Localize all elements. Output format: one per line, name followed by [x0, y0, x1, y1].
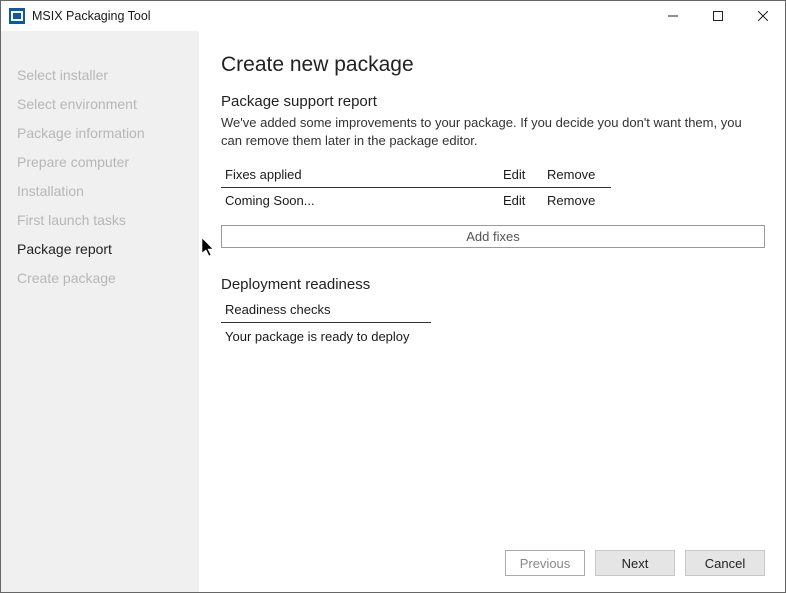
deployment-readiness-title: Deployment readiness — [221, 276, 765, 293]
add-fixes-button[interactable]: Add fixes — [221, 225, 765, 248]
sidebar-step-select-installer[interactable]: Select installer — [1, 61, 199, 90]
sidebar-step-first-launch-tasks[interactable]: First launch tasks — [1, 206, 199, 235]
readiness-status: Your package is ready to deploy — [221, 323, 431, 349]
support-report-title: Package support report — [221, 93, 765, 110]
app-icon — [9, 8, 25, 24]
wizard-footer: Previous Next Cancel — [505, 550, 765, 576]
previous-button[interactable]: Previous — [505, 550, 585, 576]
fixes-table-header: Fixes applied Edit Remove — [221, 162, 611, 188]
fixes-header-remove: Remove — [547, 167, 607, 182]
sidebar-step-create-package[interactable]: Create package — [1, 264, 199, 293]
fixes-row-name: Coming Soon... — [225, 193, 503, 208]
readiness-header: Readiness checks — [221, 297, 431, 323]
support-report-description: We've added some improvements to your pa… — [221, 114, 765, 150]
fixes-row: Coming Soon... Edit Remove — [221, 188, 611, 213]
fixes-row-edit-link[interactable]: Edit — [503, 193, 547, 208]
minimize-button[interactable] — [650, 1, 695, 31]
fixes-header-name: Fixes applied — [225, 167, 503, 182]
wizard-sidebar: Select installer Select environment Pack… — [1, 31, 199, 592]
sidebar-step-installation[interactable]: Installation — [1, 177, 199, 206]
fixes-row-remove-link[interactable]: Remove — [547, 193, 607, 208]
next-button[interactable]: Next — [595, 550, 675, 576]
sidebar-step-prepare-computer[interactable]: Prepare computer — [1, 148, 199, 177]
maximize-button[interactable] — [695, 1, 740, 31]
sidebar-step-select-environment[interactable]: Select environment — [1, 90, 199, 119]
sidebar-step-package-information[interactable]: Package information — [1, 119, 199, 148]
window-title: MSIX Packaging Tool — [32, 9, 650, 23]
fixes-table: Fixes applied Edit Remove Coming Soon...… — [221, 162, 611, 213]
sidebar-step-package-report[interactable]: Package report — [1, 235, 199, 264]
titlebar: MSIX Packaging Tool — [1, 1, 785, 31]
fixes-header-edit: Edit — [503, 167, 547, 182]
main-content: Create new package Package support repor… — [199, 31, 785, 592]
close-button[interactable] — [740, 1, 785, 31]
page-title: Create new package — [221, 53, 765, 77]
window-controls — [650, 1, 785, 31]
readiness-table: Readiness checks Your package is ready t… — [221, 297, 431, 349]
cancel-button[interactable]: Cancel — [685, 550, 765, 576]
